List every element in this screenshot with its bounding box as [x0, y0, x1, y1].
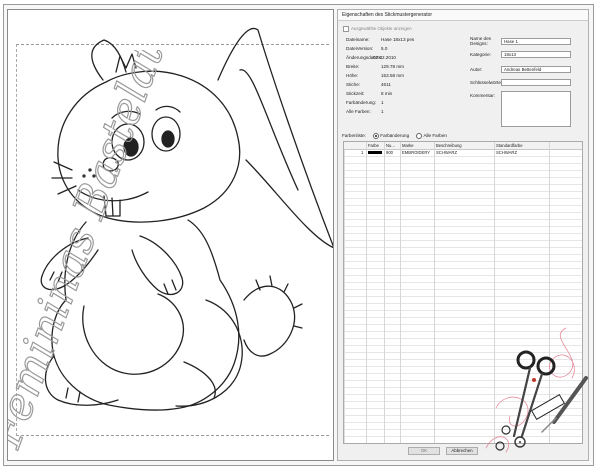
- header-standardfarbe[interactable]: Standardfarbe: [496, 142, 523, 149]
- ok-button[interactable]: OK: [408, 447, 440, 455]
- cancel-button[interactable]: Abbrechen: [446, 447, 478, 455]
- autor-label: Autor:: [470, 67, 483, 72]
- color-list-options: Farbenliste: Farbänderung Alle Farben: [342, 133, 447, 139]
- header-beschreibung[interactable]: Beschreibung: [436, 142, 462, 149]
- design-name-field[interactable]: Hase 1: [501, 38, 571, 45]
- watermark-text: Femininas Bastelatelier: [7, 50, 210, 455]
- radio-alle-farben[interactable]: Alle Farben: [410, 133, 447, 139]
- kommentar-label: Kommentar:: [470, 93, 496, 98]
- farbaenderung-label: Farbänderung:: [346, 100, 377, 105]
- stiche-label: Stiche:: [346, 82, 361, 87]
- stickzeit-value: 8 min: [381, 91, 393, 96]
- header-nummer[interactable]: Nu...: [386, 142, 395, 149]
- design-canvas[interactable]: Femininas Bastelatelier: [7, 9, 334, 461]
- watermark-signature: Femininas Bastelatelier: [7, 50, 210, 455]
- breite-value: 129.78 mm: [381, 64, 404, 69]
- alle-farben-value: 1: [381, 109, 384, 114]
- aenderungsdatum-value: 07.02.2010: [373, 55, 396, 60]
- row-standard: SCHWARZ: [496, 150, 518, 155]
- hoehe-label: Höhe:: [346, 73, 359, 78]
- radio-empty-icon: [416, 133, 423, 139]
- breite-label: Breite:: [346, 64, 360, 69]
- kategorie-field[interactable]: 18x13: [501, 51, 571, 58]
- schluesselwoerter-label: Schlüsselwörter:: [470, 80, 504, 85]
- autor-field[interactable]: Andreas Bettenfeld: [501, 66, 571, 73]
- dateiname-value: Hase 18x13 pes: [381, 37, 415, 42]
- dateiversion-label: DateiVersion:: [346, 46, 374, 51]
- panel-title: Eigenschaften des Stickmustergenerator: [338, 10, 588, 21]
- kommentar-field[interactable]: [501, 91, 571, 127]
- stiche-value: 4611: [381, 82, 391, 87]
- row-number: 900: [386, 150, 393, 155]
- dateiversion-value: 5.0: [381, 46, 388, 51]
- color-list-label: Farbenliste:: [342, 133, 367, 139]
- color-table-header: [344, 142, 582, 150]
- alle-farben-label: Alle Farben:: [346, 109, 371, 114]
- radio-selected-icon: [373, 133, 380, 139]
- radio-farbaenderung[interactable]: Farbänderung: [367, 133, 409, 139]
- kategorie-label: Kategorie:: [470, 52, 491, 57]
- sewing-tools-logo: [485, 327, 588, 453]
- row-index: 1: [361, 150, 364, 155]
- checkbox-icon: [343, 26, 349, 32]
- hoehe-value: 153.58 mm: [381, 73, 404, 78]
- dateiname-label: Dateiname:: [346, 37, 370, 42]
- design-name-label: Name des Designs:: [470, 36, 491, 46]
- color-swatch: [368, 151, 382, 154]
- show-selected-checkbox[interactable]: Ausgewählte Objekte anzeigen: [343, 26, 412, 32]
- header-farbe[interactable]: Farbe: [368, 142, 379, 149]
- header-marke[interactable]: Marke: [402, 142, 414, 149]
- stickzeit-label: Stickzeit:: [346, 91, 365, 96]
- row-description: SCHWARZ: [436, 150, 458, 155]
- schluesselwoerter-field[interactable]: [501, 79, 571, 86]
- farbaenderung-value: 1: [381, 100, 384, 105]
- row-brand: EMBROIDERY: [402, 150, 431, 155]
